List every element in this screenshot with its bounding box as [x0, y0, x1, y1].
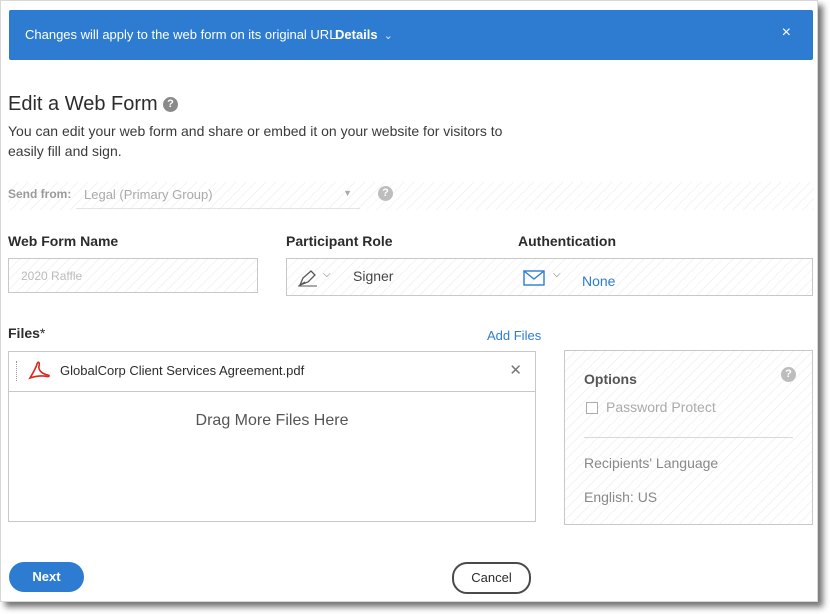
web-form-name-value: 2020 Raffle — [21, 269, 83, 283]
send-from-label: Send from: — [8, 187, 72, 201]
auth-chevron-down-icon[interactable]: ⌵ — [553, 269, 561, 280]
page-title: Edit a Web Form — [8, 93, 158, 115]
participant-role-label: Participant Role — [286, 233, 393, 249]
caret-down-icon: ▼ — [343, 188, 352, 198]
send-from-select: Legal (Primary Group) ▼ — [76, 182, 360, 209]
banner-details-label: Details — [335, 27, 378, 42]
web-form-name-label: Web Form Name — [8, 233, 119, 249]
info-banner: Changes will apply to the web form on it… — [9, 10, 813, 60]
files-drop-zone[interactable]: GlobalCorp Client Services Agreement.pdf… — [8, 351, 536, 522]
options-panel: Options ? Password Protect Recipients' L… — [564, 350, 813, 525]
file-name: GlobalCorp Client Services Agreement.pdf — [60, 363, 305, 378]
drag-handle-icon[interactable] — [16, 361, 17, 381]
help-icon[interactable]: ? — [163, 97, 178, 112]
page-subtitle: You can edit your web form and share or … — [8, 123, 503, 159]
pdf-icon — [27, 361, 51, 386]
authentication-value[interactable]: None — [582, 273, 615, 289]
drop-zone-text: Drag More Files Here — [195, 412, 349, 429]
recipients-language-label: Recipients' Language — [584, 455, 719, 471]
banner-message: Changes will apply to the web form on it… — [25, 27, 341, 42]
files-label-text: Files — [8, 325, 40, 341]
close-icon[interactable]: × — [782, 24, 791, 42]
remove-file-icon[interactable]: ✕ — [509, 361, 522, 379]
web-form-name-field[interactable]: 2020 Raffle — [8, 258, 258, 293]
participant-role-value: Signer — [353, 268, 394, 284]
dialog-frame: Changes will apply to the web form on it… — [0, 0, 818, 602]
add-files-link[interactable]: Add Files — [487, 328, 541, 343]
envelope-icon[interactable] — [523, 270, 545, 291]
required-marker: * — [39, 325, 46, 341]
pen-icon[interactable] — [297, 268, 319, 293]
banner-details-toggle[interactable]: Details ⌄ — [335, 27, 393, 42]
role-auth-field: ⌵ Signer ⌵ None — [286, 258, 813, 296]
send-from-value: Legal (Primary Group) — [84, 187, 213, 202]
file-list-item[interactable]: GlobalCorp Client Services Agreement.pdf… — [9, 352, 535, 392]
password-protect-checkbox[interactable] — [586, 402, 598, 414]
password-protect-label: Password Protect — [606, 399, 716, 415]
cancel-button[interactable]: Cancel — [452, 562, 531, 594]
recipients-language-value[interactable]: English: US — [584, 489, 657, 505]
options-title: Options — [584, 371, 637, 387]
role-chevron-down-icon[interactable]: ⌵ — [323, 269, 331, 280]
chevron-down-icon: ⌄ — [383, 30, 393, 42]
send-from-row: Send from: Legal (Primary Group) ▼ ? — [8, 182, 814, 210]
files-label: Files* — [8, 325, 45, 341]
next-button[interactable]: Next — [9, 562, 84, 592]
divider — [584, 437, 793, 438]
send-from-help-icon[interactable]: ? — [378, 186, 393, 201]
options-help-icon[interactable]: ? — [781, 367, 796, 382]
authentication-label: Authentication — [518, 233, 616, 249]
